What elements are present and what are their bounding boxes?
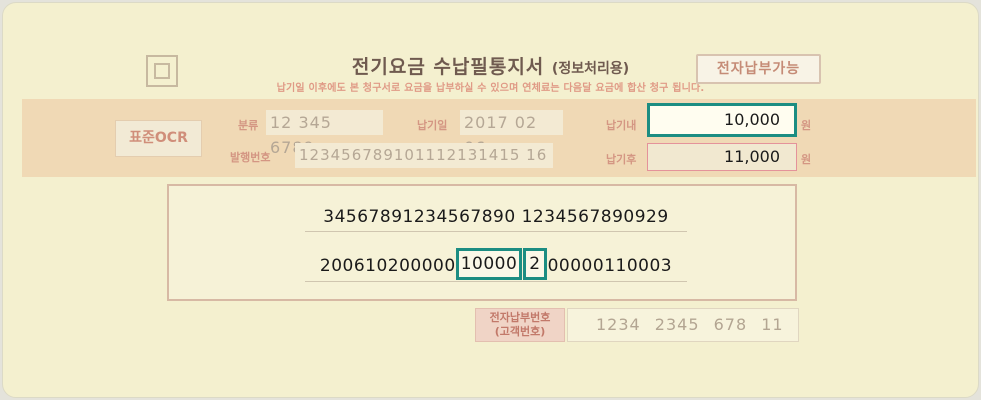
epay-available-button[interactable]: 전자납부가능 — [696, 54, 821, 84]
epay-number-value: 1234 2345 678 11 — [567, 308, 799, 342]
issue-number-value: 123456789101112131415 16 — [295, 143, 553, 168]
bill-title: 전기요금 수납필통지서 (정보처리용) — [351, 56, 630, 78]
barcode-code-box — [167, 184, 797, 301]
issue-number-label: 발행번호 — [230, 151, 271, 164]
before-due-amount: 10,000 — [647, 103, 797, 137]
code-line-1: 34567891234567890 1234567890929 — [305, 204, 687, 232]
overdue-notice: 납기일 이후에도 본 청구서로 요금을 납부하실 수 있으며 연체료는 다음달 … — [276, 83, 705, 94]
check-digit-highlight: 2 — [523, 248, 547, 280]
after-due-amount: 11,000 — [647, 143, 797, 171]
after-due-label: 납기후 — [606, 153, 637, 166]
currency-unit: 원 — [801, 119, 812, 132]
ocr-label: 표준OCR — [115, 120, 202, 157]
due-date-value: 2017 02 06 — [460, 110, 563, 157]
class-value: 12 345 6789 — [266, 110, 383, 157]
before-due-label: 납기내 — [606, 119, 637, 132]
epay-number-label: 전자납부번호 (고객번호) — [475, 308, 565, 342]
currency-unit: 원 — [801, 153, 812, 166]
due-date-label: 납기일 — [417, 119, 448, 132]
class-label: 분류 — [238, 119, 259, 132]
code-line-2: 200610200000 10000 2 00000110003 — [305, 248, 687, 282]
amount-highlight: 10000 — [455, 248, 523, 280]
